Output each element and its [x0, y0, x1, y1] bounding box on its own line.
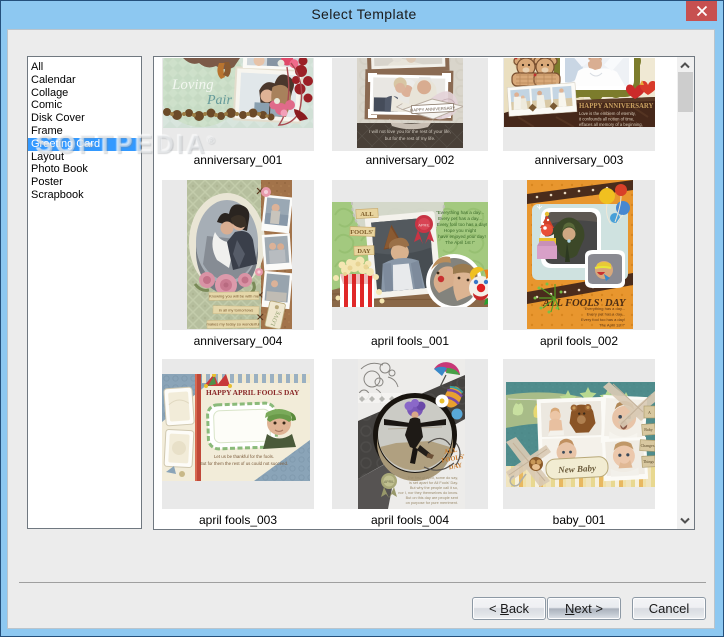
svg-text:makes my today so wonderful: makes my today so wonderful: [207, 322, 260, 327]
svg-text:A: A: [648, 410, 651, 415]
svg-text:"Everything has a day...: "Everything has a day...: [436, 210, 484, 215]
svg-text:Knowing you will be with me: Knowing you will be with me: [209, 294, 260, 299]
svg-text:Every pet has a day...: Every pet has a day...: [587, 312, 625, 317]
svg-text:New Baby: New Baby: [557, 463, 597, 475]
svg-text:Let us be thankful for the foo: Let us be thankful for the fools.: [214, 454, 274, 459]
svg-text:is set apart for All Fools' Da: is set apart for All Fools' Day.: [409, 481, 458, 485]
svg-text:Loving: Loving: [171, 77, 214, 93]
svg-text:HAPPY APRIL FOOLS DAY: HAPPY APRIL FOOLS DAY: [206, 388, 300, 397]
svg-text:Changes: Changes: [641, 443, 655, 448]
svg-text:in all my tomorrows: in all my tomorrows: [219, 308, 253, 313]
svg-text:Love is the emblem of eternity: Love is the emblem of eternity,: [579, 111, 636, 116]
svg-text:Baby: Baby: [644, 427, 652, 432]
svg-text:Pair: Pair: [206, 93, 232, 108]
svg-text:But for them the rest of us co: But for them the rest of us could not su…: [200, 461, 288, 466]
svg-text:FOOLS': FOOLS': [350, 229, 374, 236]
svg-text:APRIL: APRIL: [418, 223, 430, 228]
svg-text:nor I, nor they themselves do: nor I, nor they themselves do know.: [398, 491, 458, 495]
svg-text:The April 1st !": The April 1st !": [599, 323, 625, 328]
svg-text:Every pet has a day...: Every pet has a day...: [438, 216, 482, 221]
svg-text:But on this day are people sen: But on this day are people sent: [406, 496, 459, 500]
svg-text:"Everything has a day...: "Everything has a day...: [583, 306, 625, 311]
svg-text:But why the people call it so,: But why the people call it so,: [410, 486, 458, 490]
svg-text:APRIL: APRIL: [384, 480, 394, 484]
svg-text:HAPPY ANNIVERSARY: HAPPY ANNIVERSARY: [579, 103, 654, 110]
svg-text:The April 1st !": The April 1st !": [445, 240, 475, 245]
svg-text:Every fool too has a day!: Every fool too has a day!: [581, 317, 625, 322]
svg-text:Hope you might: Hope you might: [444, 228, 477, 233]
svg-text:on purpose for pure merriment.: on purpose for pure merriment.: [406, 501, 458, 505]
svg-text:ALL: ALL: [360, 211, 373, 218]
svg-text:Things: Things: [643, 459, 655, 464]
svg-text:Every fool too has a day!: Every fool too has a day!: [437, 222, 488, 227]
svg-text:it confounds all notion of tim: it confounds all notion of time,: [579, 117, 634, 122]
svg-text:DAY: DAY: [357, 248, 371, 255]
svg-text:The first of April, some do sa: The first of April, some do say,: [407, 476, 458, 480]
svg-text:have enjoyed your day!: have enjoyed your day!: [438, 234, 486, 239]
svg-text:effaces all memory of a beginn: effaces all memory of a beginning,: [579, 122, 643, 127]
